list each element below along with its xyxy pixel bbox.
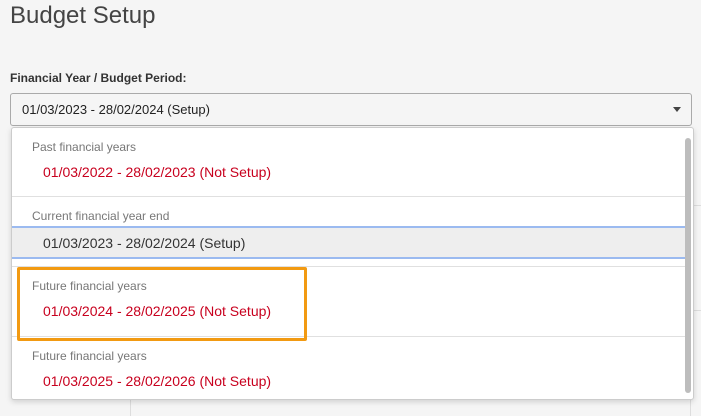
- financial-year-select[interactable]: 01/03/2023 - 28/02/2024 (Setup): [10, 93, 692, 126]
- option-group-current: Current financial year end 01/03/2023 - …: [12, 196, 688, 267]
- option-group-past: Past financial years 01/03/2022 - 28/02/…: [12, 128, 688, 198]
- select-value: 01/03/2023 - 28/02/2024 (Setup): [22, 102, 210, 117]
- option-2022-2023[interactable]: 01/03/2022 - 28/02/2023 (Not Setup): [12, 155, 688, 189]
- option-2023-2024[interactable]: 01/03/2023 - 28/02/2024 (Setup): [12, 226, 688, 259]
- option-group-future-2: Future financial years 01/03/2025 - 28/0…: [12, 336, 688, 399]
- option-2025-2026[interactable]: 01/03/2025 - 28/02/2026 (Not Setup): [12, 364, 688, 398]
- financial-year-dropdown[interactable]: Past financial years 01/03/2022 - 28/02/…: [11, 127, 694, 400]
- page-title: Budget Setup: [10, 2, 156, 29]
- group-label: Future financial years: [32, 349, 147, 363]
- option-2024-2025[interactable]: 01/03/2024 - 28/02/2025 (Not Setup): [12, 294, 688, 328]
- option-group-future-1: Future financial years 01/03/2024 - 28/0…: [12, 266, 688, 337]
- group-label: Future financial years: [32, 279, 147, 293]
- group-label: Past financial years: [32, 140, 137, 154]
- financial-year-label: Financial Year / Budget Period:: [10, 71, 187, 85]
- dropdown-scrollbar[interactable]: [685, 138, 691, 393]
- caret-down-icon[interactable]: [673, 107, 681, 112]
- group-label: Current financial year end: [32, 209, 170, 223]
